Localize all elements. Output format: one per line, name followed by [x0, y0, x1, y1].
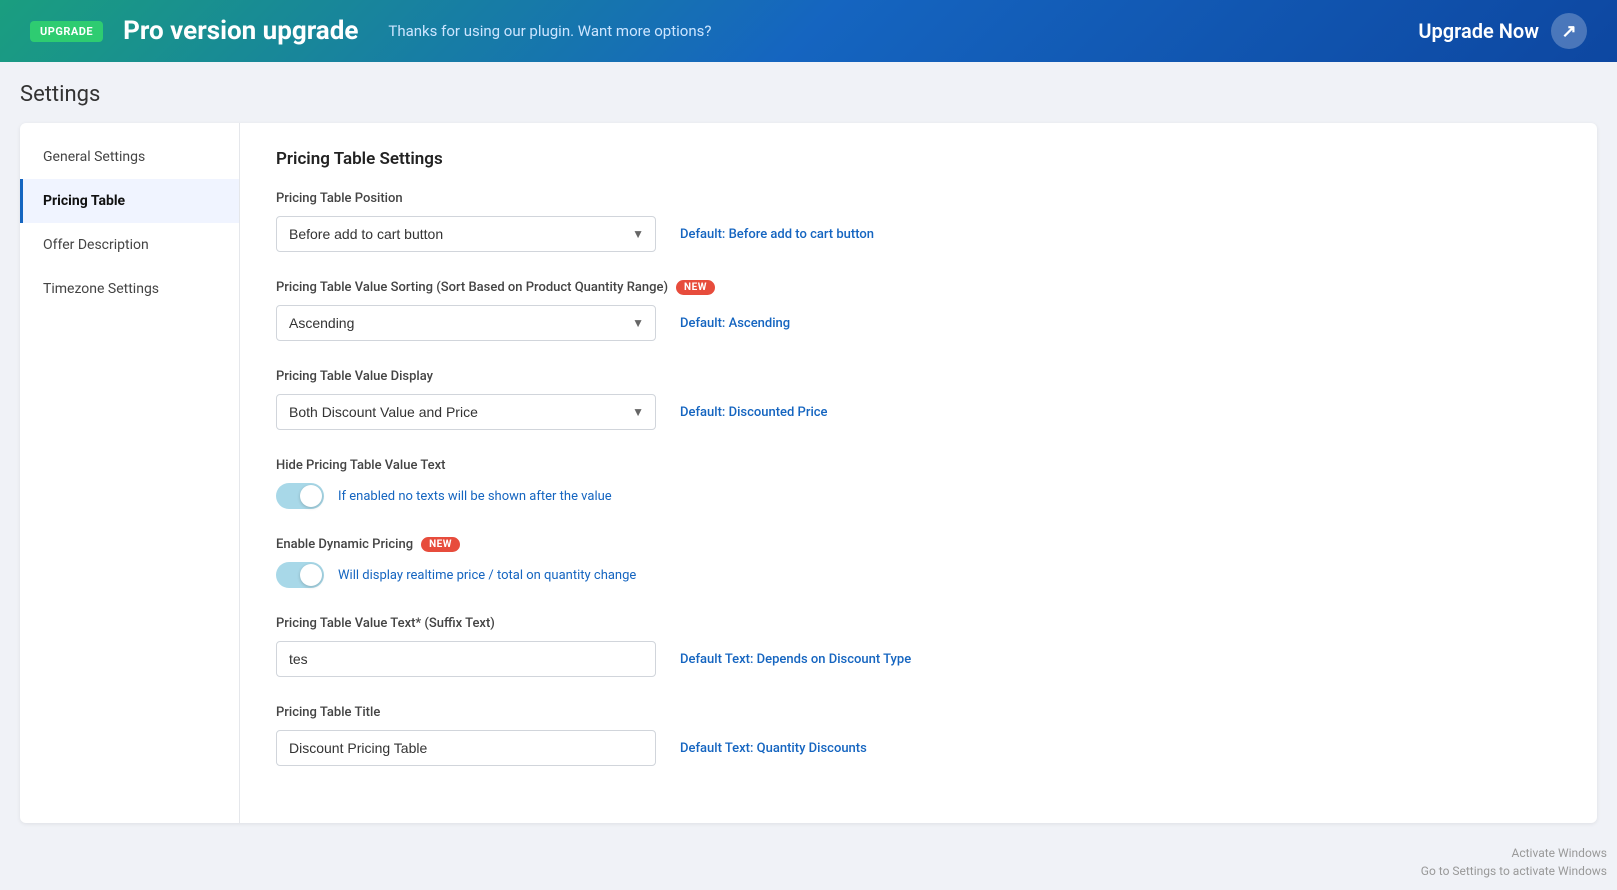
upgrade-banner: UPGRADE Pro version upgrade Thanks for u…	[0, 0, 1617, 62]
default-text-display: Default: Discounted Price	[680, 405, 828, 420]
input-pricing-table-title[interactable]	[276, 730, 656, 766]
sidebar-item-pricing-table[interactable]: Pricing Table	[20, 179, 239, 223]
windows-line2: Go to Settings to activate Windows	[1421, 862, 1607, 880]
select-wrapper-position: Before add to cart button After add to c…	[276, 216, 656, 252]
settings-card: General Settings Pricing Table Offer Des…	[20, 123, 1597, 823]
main-content: Pricing Table Settings Pricing Table Pos…	[240, 123, 1597, 823]
sidebar-item-general-settings[interactable]: General Settings	[20, 135, 239, 179]
banner-title: Pro version upgrade	[123, 16, 358, 46]
label-hide-pricing-text: Hide Pricing Table Value Text	[276, 458, 1561, 473]
upgrade-badge: UPGRADE	[30, 21, 103, 42]
select-pricing-table-display[interactable]: Both Discount Value and Price Discounted…	[276, 394, 656, 430]
toggle-knob-dynamic	[300, 564, 322, 586]
sidebar-label-offer-description: Offer Description	[43, 237, 149, 253]
setting-pricing-table-value-text: Pricing Table Value Text* (Suffix Text) …	[276, 616, 1561, 677]
toggle-knob-hide	[300, 485, 322, 507]
select-wrapper-sorting: Ascending Descending ▼	[276, 305, 656, 341]
default-text-sorting: Default: Ascending	[680, 316, 790, 331]
label-pricing-table-position: Pricing Table Position	[276, 191, 1561, 206]
badge-new-dynamic: NEW	[421, 537, 460, 552]
toggle-description-hide: If enabled no texts will be shown after …	[338, 489, 612, 504]
select-pricing-table-sorting[interactable]: Ascending Descending	[276, 305, 656, 341]
upgrade-arrow-icon: ↗	[1551, 13, 1587, 49]
windows-line1: Activate Windows	[1421, 844, 1607, 862]
setting-hide-pricing-text: Hide Pricing Table Value Text If enabled…	[276, 458, 1561, 509]
label-pricing-table-title: Pricing Table Title	[276, 705, 1561, 720]
default-text-title: Default Text: Quantity Discounts	[680, 741, 867, 756]
setting-enable-dynamic-pricing: Enable Dynamic Pricing NEW Will display …	[276, 537, 1561, 588]
toggle-dynamic-pricing[interactable]	[276, 562, 324, 588]
page-container: Settings General Settings Pricing Table …	[0, 62, 1617, 843]
sidebar-item-offer-description[interactable]: Offer Description	[20, 223, 239, 267]
sidebar-item-timezone-settings[interactable]: Timezone Settings	[20, 267, 239, 311]
setting-pricing-table-display: Pricing Table Value Display Both Discoun…	[276, 369, 1561, 430]
toggle-hide-pricing-text[interactable]	[276, 483, 324, 509]
label-pricing-table-sorting: Pricing Table Value Sorting (Sort Based …	[276, 280, 1561, 295]
label-enable-dynamic-pricing: Enable Dynamic Pricing NEW	[276, 537, 1561, 552]
sidebar-label-general-settings: General Settings	[43, 149, 145, 165]
default-text-value-text: Default Text: Depends on Discount Type	[680, 652, 911, 667]
banner-subtitle: Thanks for using our plugin. Want more o…	[388, 22, 711, 40]
label-pricing-table-value-text: Pricing Table Value Text* (Suffix Text)	[276, 616, 1561, 631]
input-pricing-table-value-text[interactable]	[276, 641, 656, 677]
setting-pricing-table-title: Pricing Table Title Default Text: Quanti…	[276, 705, 1561, 766]
toggle-description-dynamic: Will display realtime price / total on q…	[338, 568, 636, 583]
section-title: Pricing Table Settings	[276, 149, 1561, 169]
sidebar-label-timezone-settings: Timezone Settings	[43, 281, 159, 297]
page-title: Settings	[20, 82, 1597, 107]
upgrade-now-button[interactable]: Upgrade Now ↗	[1418, 13, 1587, 49]
setting-pricing-table-sorting: Pricing Table Value Sorting (Sort Based …	[276, 280, 1561, 341]
select-pricing-table-position[interactable]: Before add to cart button After add to c…	[276, 216, 656, 252]
setting-pricing-table-position: Pricing Table Position Before add to car…	[276, 191, 1561, 252]
sidebar-label-pricing-table: Pricing Table	[43, 193, 125, 209]
badge-new-sorting: NEW	[676, 280, 715, 295]
label-pricing-table-display: Pricing Table Value Display	[276, 369, 1561, 384]
default-text-position: Default: Before add to cart button	[680, 227, 874, 242]
upgrade-now-label: Upgrade Now	[1418, 19, 1539, 43]
sidebar: General Settings Pricing Table Offer Des…	[20, 123, 240, 823]
select-wrapper-display: Both Discount Value and Price Discounted…	[276, 394, 656, 430]
windows-activation-notice: Activate Windows Go to Settings to activ…	[1421, 844, 1607, 880]
